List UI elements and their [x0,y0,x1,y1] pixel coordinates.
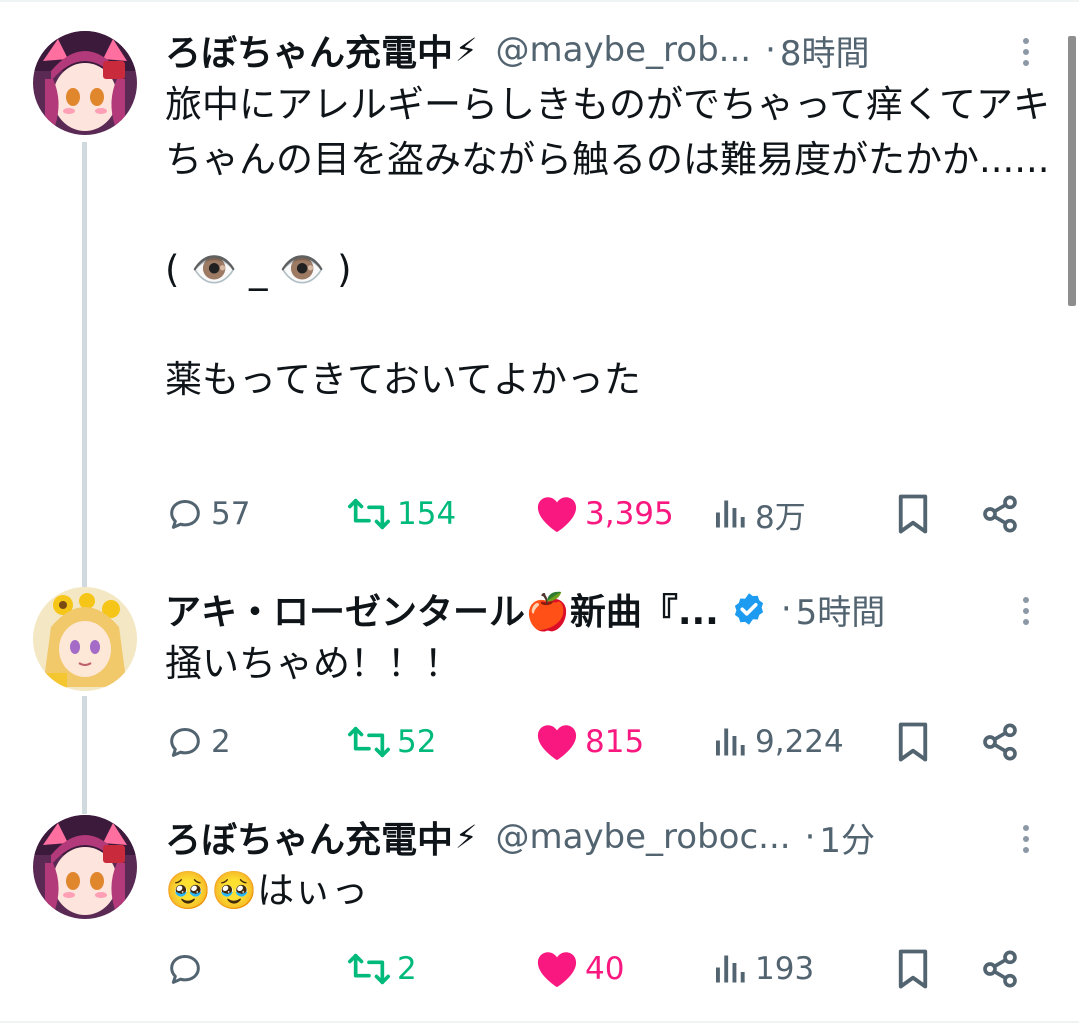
dot-separator: · [765,30,776,70]
reply-button[interactable]: 57 [165,488,250,540]
lightning-emoji: ⚡ [455,818,478,856]
views-button[interactable]: 9,224 [713,716,844,768]
tweet-header: ろぼちゃん充電中 ⚡ @maybe_roboc... · 1分 [165,811,875,863]
more-icon[interactable] [1016,825,1036,853]
scrollbar[interactable] [1068,36,1076,306]
reply-count: 57 [211,496,251,532]
tweet-header: アキ・ローゼンタール🍎新曲『... · 5時間 [165,583,885,635]
verified-icon [734,593,763,625]
action-bar: 57 154 3,395 8万 [165,488,1045,540]
reply-button[interactable]: 2 [165,716,231,768]
handle[interactable]: @maybe_rob... [495,30,751,70]
view-count: 9,224 [755,724,844,760]
handle[interactable]: @maybe_roboc... [495,817,790,857]
timestamp[interactable]: 5時間 [796,585,886,634]
like-button[interactable]: 815 [535,716,644,768]
tweet-text: 掻いちゃめ！！！ [165,642,461,685]
retweet-button[interactable]: 52 [347,716,436,768]
lightning-emoji: ⚡ [455,31,478,69]
like-button[interactable]: 40 [535,943,624,995]
like-count: 40 [585,951,625,987]
views-icon [716,728,745,756]
retweet-icon [348,498,390,530]
view-count: 8万 [755,499,806,536]
views-icon [716,955,745,983]
avatar-aki[interactable] [33,587,137,691]
like-icon [537,725,577,761]
views-button[interactable]: 193 [713,943,814,995]
share-icon [983,723,1017,761]
reply-icon [170,955,200,984]
thread-line [82,142,87,587]
retweet-button[interactable]: 2 [347,943,417,995]
more-icon[interactable] [1016,597,1036,625]
action-bar: 2 40 193 [165,943,1045,995]
share-icon [983,495,1017,533]
like-icon [537,952,577,988]
more-icon[interactable] [1016,38,1036,66]
views-button[interactable]: 8万 [713,488,806,540]
like-icon [537,497,577,533]
avatar-robo[interactable] [33,815,137,919]
bookmark-button[interactable] [895,488,931,540]
avatar-robo-image [33,31,137,135]
bookmark-icon [898,722,928,762]
display-name[interactable]: ろぼちゃん充電中 [165,24,453,76]
like-button[interactable]: 3,395 [535,488,674,540]
bottom-divider [0,1021,1079,1023]
avatar-aki-image [33,587,137,691]
timestamp[interactable]: 1分 [819,813,875,862]
display-name[interactable]: ろぼちゃん充電中 [165,811,453,863]
thread-line-2 [82,696,87,814]
share-button[interactable] [980,943,1020,995]
views-icon [716,500,745,528]
bookmark-button[interactable] [895,943,931,995]
retweet-icon [348,953,390,985]
reply-count: 2 [211,724,231,760]
like-count: 815 [585,724,645,760]
display-name[interactable]: アキ・ローゼンタール🍎新曲『... [165,583,719,635]
share-button[interactable] [980,488,1020,540]
retweet-count: 2 [397,951,417,987]
action-bar: 2 52 815 9,224 [165,716,1045,768]
reply-icon [170,500,200,529]
retweet-button[interactable]: 154 [347,488,456,540]
reply-icon [170,728,200,757]
like-count: 3,395 [585,496,674,532]
bookmark-icon [898,494,928,534]
dot-separator: · [804,817,816,857]
dot-separator: · [780,589,792,629]
retweet-count: 154 [397,496,457,532]
view-count: 193 [755,951,815,987]
retweet-count: 52 [397,724,437,760]
bookmark-button[interactable] [895,716,931,768]
tweet-header: ろぼちゃん充電中 ⚡ @maybe_rob... · 8時間 [165,24,870,76]
reply-button[interactable] [165,943,211,995]
avatar-robo-image [33,815,137,919]
timestamp[interactable]: 8時間 [780,26,870,75]
top-divider [0,0,1079,2]
retweet-icon [348,726,390,758]
share-icon [983,950,1017,988]
tweet-text: 旅中にアレルギーらしきものがでちゃって痒くてアキちゃんの目を盗みながら触るのは難… [165,83,1051,401]
tweet-text: 🥹🥹はぃっ [165,869,369,912]
bookmark-icon [898,949,928,989]
avatar-robo[interactable] [33,31,137,135]
share-button[interactable] [980,716,1020,768]
